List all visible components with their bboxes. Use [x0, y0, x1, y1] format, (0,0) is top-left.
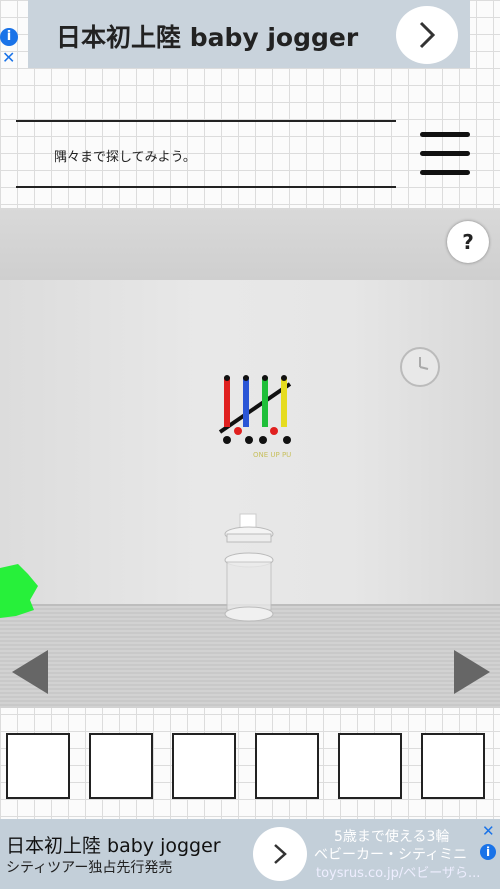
indicator-dot	[245, 436, 253, 444]
menu-bar-icon	[420, 170, 470, 175]
ad-go-button[interactable]	[396, 6, 458, 64]
inventory-slot[interactable]	[255, 733, 319, 799]
indicator-dot	[270, 427, 278, 435]
bottom-ad-banner[interactable]: 日本初上陸 baby jogger シティツアー独占先行発売 5歳まで使える3輪…	[0, 819, 500, 889]
indicator-dot	[223, 436, 231, 444]
ad-url: toysrus.co.jp/ベビーザら...	[316, 866, 481, 881]
ad-promo-line: ベビーカー・シティミニ	[314, 847, 468, 863]
knob	[243, 375, 249, 381]
clock-icon	[419, 357, 429, 370]
hint-text: 隅々まで探してみよう。	[54, 150, 196, 165]
knob	[224, 375, 230, 381]
hint-top-rule	[16, 120, 396, 122]
ad-info-icon[interactable]: i	[0, 28, 18, 46]
table-object[interactable]	[239, 513, 257, 529]
slider-puzzle[interactable]	[214, 372, 298, 452]
inventory-slot[interactable]	[89, 733, 153, 799]
game-scene[interactable]: ? ONE UP PU	[0, 208, 500, 708]
ad-close-icon[interactable]: ✕	[2, 50, 15, 66]
nav-left-arrow[interactable]	[10, 648, 50, 696]
ad-go-button[interactable]	[253, 827, 307, 881]
menu-button[interactable]	[420, 132, 470, 176]
chevron-right-icon	[419, 21, 436, 49]
ceiling	[0, 208, 500, 281]
ad-title: 日本初上陸 baby jogger	[56, 23, 359, 52]
ad-subtitle: シティツアー独占先行発売	[6, 860, 173, 876]
inventory-slot[interactable]	[338, 733, 402, 799]
inventory-slot[interactable]	[421, 733, 485, 799]
ad-promo-line: 5歳まで使える3輪	[334, 829, 450, 845]
top-ad-banner[interactable]: 日本初上陸 baby jogger	[28, 0, 470, 68]
wall-label: ONE UP PU	[253, 451, 292, 459]
indicator-dot	[259, 436, 267, 444]
menu-bar-icon	[420, 151, 470, 156]
ad-title: 日本初上陸 baby jogger	[6, 835, 221, 857]
chevron-right-icon	[274, 844, 287, 864]
side-table[interactable]	[218, 510, 282, 630]
inventory-slot[interactable]	[6, 733, 70, 799]
black-diagonal-bar	[218, 382, 292, 434]
wall-clock[interactable]	[400, 347, 440, 387]
knob	[262, 375, 268, 381]
ad-close-icon[interactable]: ✕	[482, 822, 495, 840]
indicator-dot	[234, 427, 242, 435]
slider-red[interactable]	[224, 377, 230, 427]
knob	[281, 375, 287, 381]
indicator-dot	[283, 436, 291, 444]
menu-bar-icon	[420, 132, 470, 137]
green-object[interactable]	[0, 560, 40, 620]
inventory-slot[interactable]	[172, 733, 236, 799]
ad-info-icon[interactable]: i	[480, 844, 496, 860]
slider-blue[interactable]	[243, 377, 249, 427]
slider-green[interactable]	[262, 377, 268, 427]
help-button[interactable]: ?	[447, 221, 489, 263]
nav-right-arrow[interactable]	[452, 648, 492, 696]
slider-yellow[interactable]	[281, 377, 287, 427]
hint-bottom-rule	[16, 186, 396, 188]
